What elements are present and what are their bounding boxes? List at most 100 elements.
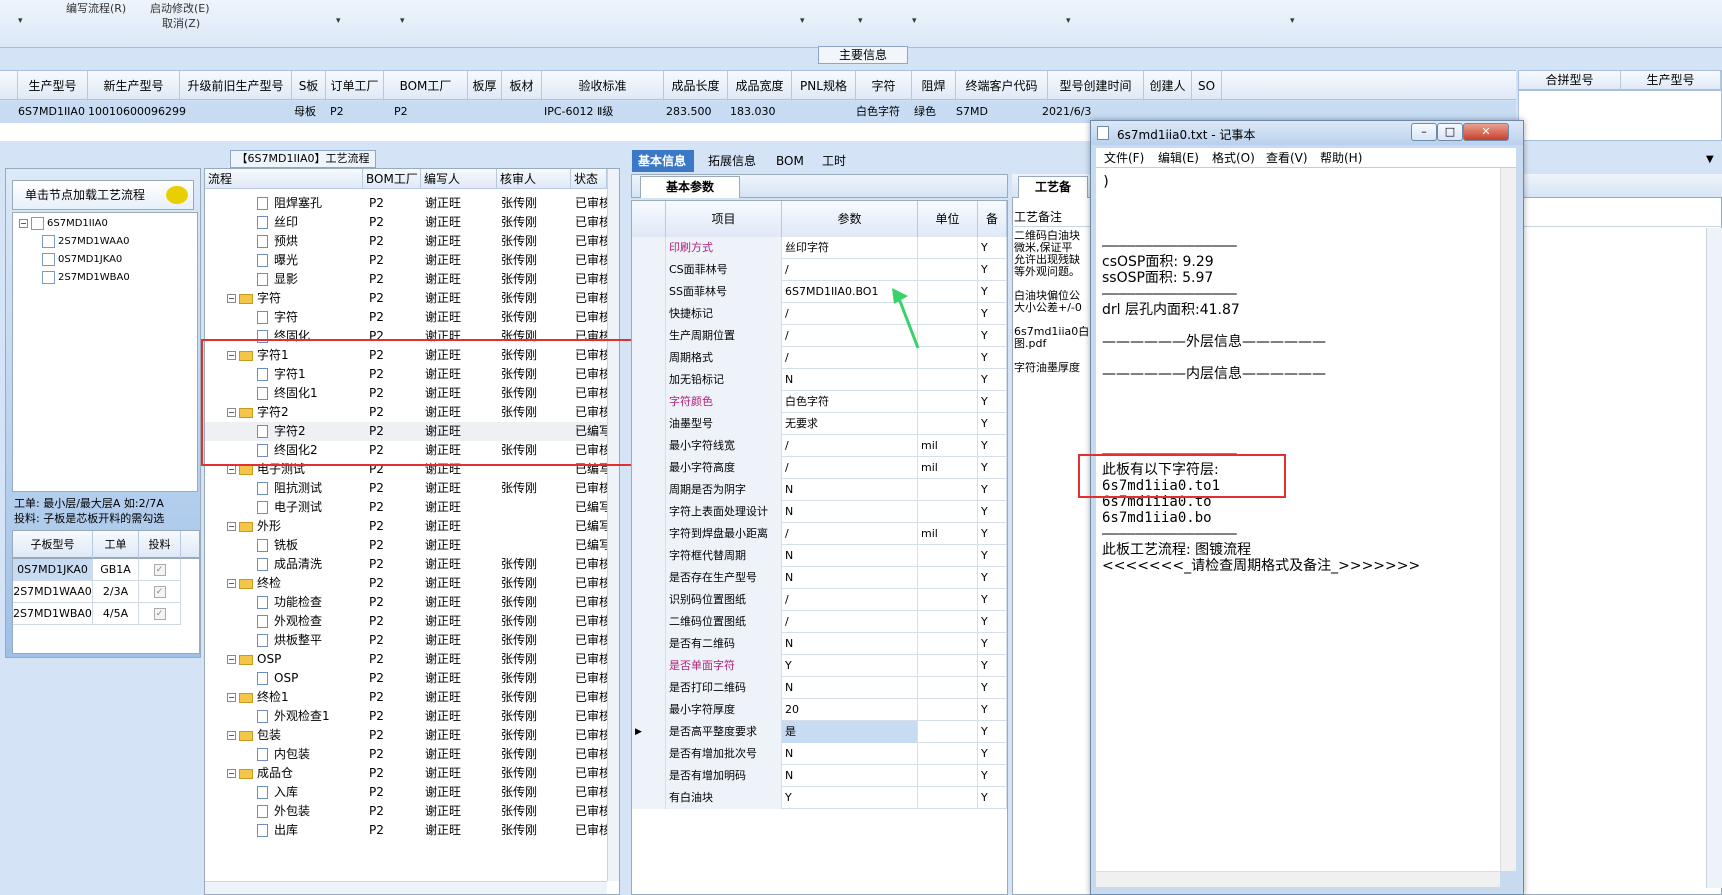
row-indicator[interactable] (632, 479, 666, 501)
process-row[interactable]: 入库 P2 谢正旺 张传刚 已审核 (205, 783, 607, 802)
col-header[interactable]: 生产型号 (1621, 71, 1721, 89)
col-header[interactable]: 订单工厂 (326, 71, 384, 101)
process-row[interactable]: 铣板 P2 谢正旺 已编写 (205, 536, 607, 555)
col-header[interactable]: 创建人 (1144, 71, 1192, 101)
param-value-cell[interactable]: 20 (782, 699, 918, 721)
dropdown-arrow-icon[interactable]: ▾ (912, 16, 917, 26)
sub-cell-order[interactable]: 2/3A (93, 581, 139, 603)
row-indicator[interactable] (632, 787, 666, 809)
param-value-cell[interactable]: / (782, 589, 918, 611)
param-value-cell[interactable]: N (782, 677, 918, 699)
col-header[interactable]: S板 (292, 71, 326, 101)
menu-format[interactable]: 格式(O) (1212, 148, 1255, 168)
col-header[interactable]: 板厚 (468, 71, 502, 101)
param-row[interactable]: 有白油块 Y Y (632, 787, 1007, 809)
menu-start-modify[interactable]: 启动修改(E) (150, 0, 210, 16)
row-indicator[interactable] (632, 413, 666, 435)
col-header[interactable]: 板材 (502, 71, 542, 101)
dropdown-arrow-icon[interactable]: ▾ (400, 16, 405, 26)
param-value-cell[interactable]: N (782, 743, 918, 765)
param-row[interactable]: 是否存在生产型号 N Y (632, 567, 1007, 589)
dropdown-arrow-icon[interactable]: ▾ (336, 16, 341, 26)
row-indicator[interactable]: ▶ (632, 721, 666, 743)
col-header[interactable]: 备 (978, 201, 1007, 237)
sub-cell-feed[interactable]: ✓ (139, 581, 181, 603)
param-row[interactable]: 字符到焊盘最小距离 / mil Y (632, 523, 1007, 545)
collapse-icon[interactable]: − (227, 655, 236, 664)
sub-cell-model[interactable]: 2S7MD1WBA0 (13, 603, 93, 625)
collapse-icon[interactable]: − (227, 693, 236, 702)
param-row[interactable]: 周期格式 / Y (632, 347, 1007, 369)
row-indicator[interactable] (632, 259, 666, 281)
notepad-titlebar[interactable]: 6s7md1iia0.txt - 记事本 – □ ✕ (1091, 121, 1523, 145)
sub-cell-model[interactable]: 0S7MD1JKA0 (13, 559, 93, 581)
params-tab[interactable]: 基本参数 (640, 176, 740, 198)
col-header[interactable]: 合拼型号 (1519, 71, 1621, 89)
menu-file[interactable]: 文件(F) (1104, 148, 1144, 168)
param-value-cell[interactable]: / (782, 259, 918, 281)
col-header[interactable]: 阻焊 (912, 71, 956, 101)
param-row[interactable]: 是否有二维码 N Y (632, 633, 1007, 655)
param-row[interactable]: 是否单面字符 Y Y (632, 655, 1007, 677)
row-indicator[interactable] (632, 523, 666, 545)
row-indicator[interactable] (632, 325, 666, 347)
param-value-cell[interactable]: 白色字符 (782, 391, 918, 413)
param-row[interactable]: 油墨型号 无要求 Y (632, 413, 1007, 435)
row-indicator[interactable] (632, 655, 666, 677)
param-value-cell[interactable]: / (782, 457, 918, 479)
col-header[interactable]: 状态 (571, 169, 607, 189)
param-row[interactable]: 是否有增加批次号 N Y (632, 743, 1007, 765)
tab-basic-info[interactable]: 基本信息 (632, 150, 694, 172)
feed-checkbox[interactable]: ✓ (153, 608, 166, 620)
col-header[interactable]: 型号创建时间 (1048, 71, 1144, 101)
close-icon[interactable]: ✕ (1463, 123, 1509, 141)
param-value-cell[interactable]: N (782, 567, 918, 589)
tab-bom[interactable]: BOM (770, 150, 810, 172)
tree-node[interactable]: 2S7MD1WAA0 (39, 233, 129, 251)
notepad-vscroll[interactable] (1500, 168, 1516, 871)
process-row[interactable]: 预烘 P2 谢正旺 张传刚 已审核 (205, 232, 607, 251)
panel-menu-arrow-icon[interactable]: ▼ (1706, 154, 1714, 165)
process-row[interactable]: 外观检查1 P2 谢正旺 张传刚 已审核 (205, 707, 607, 726)
row-indicator[interactable] (632, 633, 666, 655)
param-row[interactable]: 周期是否为阴字 N Y (632, 479, 1007, 501)
collapse-icon[interactable]: − (227, 769, 236, 778)
param-row[interactable]: 生产周期位置 / Y (632, 325, 1007, 347)
process-row[interactable]: 功能检查 P2 谢正旺 张传刚 已审核 (205, 593, 607, 612)
process-row[interactable]: OSP P2 谢正旺 张传刚 已审核 (205, 669, 607, 688)
col-header[interactable]: 项目 (666, 201, 782, 237)
col-header[interactable]: BOM工厂 (384, 71, 468, 101)
param-row[interactable]: 最小字符高度 / mil Y (632, 457, 1007, 479)
process-hscroll[interactable] (205, 881, 607, 894)
process-row[interactable]: 外包装 P2 谢正旺 张传刚 已审核 (205, 802, 607, 821)
param-row[interactable]: 字符框代替周期 N Y (632, 545, 1007, 567)
dropdown-arrow-icon[interactable]: ▾ (18, 16, 23, 26)
col-header[interactable]: 验收标准 (542, 71, 664, 101)
process-row[interactable]: 丝印 P2 谢正旺 张传刚 已审核 (205, 213, 607, 232)
row-indicator[interactable] (632, 567, 666, 589)
param-value-cell[interactable]: N (782, 501, 918, 523)
param-value-cell[interactable]: N (782, 369, 918, 391)
feed-checkbox[interactable]: ✓ (153, 586, 166, 598)
feed-checkbox[interactable]: ✓ (153, 564, 166, 576)
process-vscroll[interactable] (607, 169, 619, 881)
dropdown-arrow-icon[interactable]: ▾ (1290, 16, 1295, 26)
row-indicator[interactable] (632, 677, 666, 699)
col-header[interactable]: PNL规格 (792, 71, 856, 101)
row-indicator[interactable] (632, 347, 666, 369)
col-header[interactable]: 参数 (782, 201, 918, 237)
sub-cell-feed[interactable]: ✓ (139, 559, 181, 581)
param-value-cell[interactable]: / (782, 435, 918, 457)
col-header[interactable]: 流程 (205, 169, 363, 189)
param-row[interactable]: 加无铅标记 N Y (632, 369, 1007, 391)
col-header[interactable]: SO (1192, 71, 1222, 101)
menu-edit[interactable]: 编辑(E) (1158, 148, 1199, 168)
param-value-cell[interactable]: N (782, 479, 918, 501)
col-header[interactable]: 终端客户代码 (956, 71, 1048, 101)
process-row[interactable]: 内包装 P2 谢正旺 张传刚 已审核 (205, 745, 607, 764)
tab-work-hours[interactable]: 工时 (816, 150, 856, 172)
row-indicator[interactable] (632, 303, 666, 325)
maximize-icon[interactable]: □ (1437, 123, 1463, 141)
param-row[interactable]: 最小字符线宽 / mil Y (632, 435, 1007, 457)
col-header[interactable]: 核审人 (497, 169, 571, 189)
